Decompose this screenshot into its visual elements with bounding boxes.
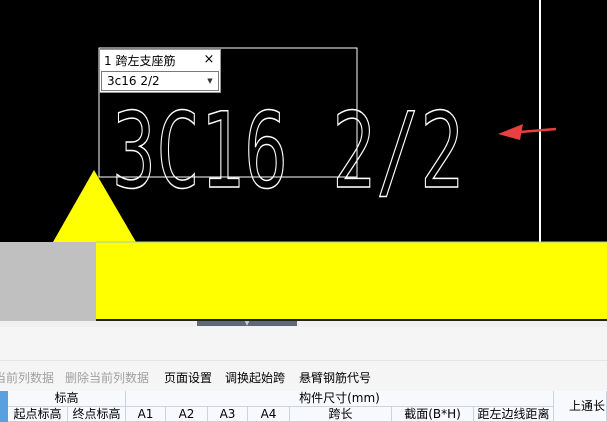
chevron-down-icon[interactable]: ▼ (204, 72, 216, 90)
toolbar-copy-column-button[interactable]: 当前列数据 (0, 369, 54, 386)
header-left-edge-distance[interactable]: 距左边线距离 (474, 407, 554, 422)
row-indicator (0, 391, 8, 422)
header-a4[interactable]: A4 (248, 407, 290, 422)
support-block (0, 242, 96, 321)
splitter-handle[interactable]: ▼ (197, 321, 297, 327)
close-icon[interactable]: × (202, 51, 216, 69)
pointer-arrow-icon (498, 124, 557, 140)
header-end-elevation[interactable]: 终点标高 (68, 407, 126, 422)
header-span-length[interactable]: 跨长 (290, 407, 392, 422)
rebar-input-combobox[interactable]: ▼ (101, 71, 219, 91)
header-group-dimensions: 构件尺寸(mm) (126, 391, 554, 407)
drawing-canvas[interactable]: 3C16 2/2 1 跨左支座筋 × ▼ (0, 0, 607, 321)
rebar-input-popup[interactable]: 1 跨左支座筋 × ▼ (99, 49, 221, 93)
rebar-annotation-text[interactable]: 3C16 2/2 (111, 89, 465, 213)
toolbar-delete-column-button[interactable]: 删除当前列数据 (65, 369, 149, 386)
toolbar-swap-start-span-button[interactable]: 调换起始跨 (225, 369, 285, 386)
header-a1[interactable]: A1 (126, 407, 166, 422)
beam-body (96, 242, 607, 321)
table-toolbar: 当前列数据 删除当前列数据 页面设置 调换起始跨 悬臂钢筋代号 (0, 361, 607, 391)
rebar-input-field[interactable] (102, 72, 207, 90)
popup-title: 1 跨左支座筋 (104, 54, 176, 68)
header-a3[interactable]: A3 (208, 407, 248, 422)
toolbar-cantilever-code-button[interactable]: 悬臂钢筋代号 (299, 369, 371, 386)
header-start-elevation[interactable]: 起点标高 (8, 407, 68, 422)
data-grid-header: 标高 构件尺寸(mm) 上通长 起点标高 终点标高 A1 A2 A3 A4 跨长… (0, 391, 607, 422)
toolbar-area (0, 327, 607, 361)
drawing-svg: 3C16 2/2 (0, 0, 607, 321)
header-a2[interactable]: A2 (166, 407, 208, 422)
header-group-elevation: 标高 (8, 391, 126, 407)
header-top-through[interactable]: 上通长 (554, 391, 607, 422)
header-section[interactable]: 截面(B*H) (392, 407, 474, 422)
toolbar-page-setup-button[interactable]: 页面设置 (164, 369, 212, 386)
